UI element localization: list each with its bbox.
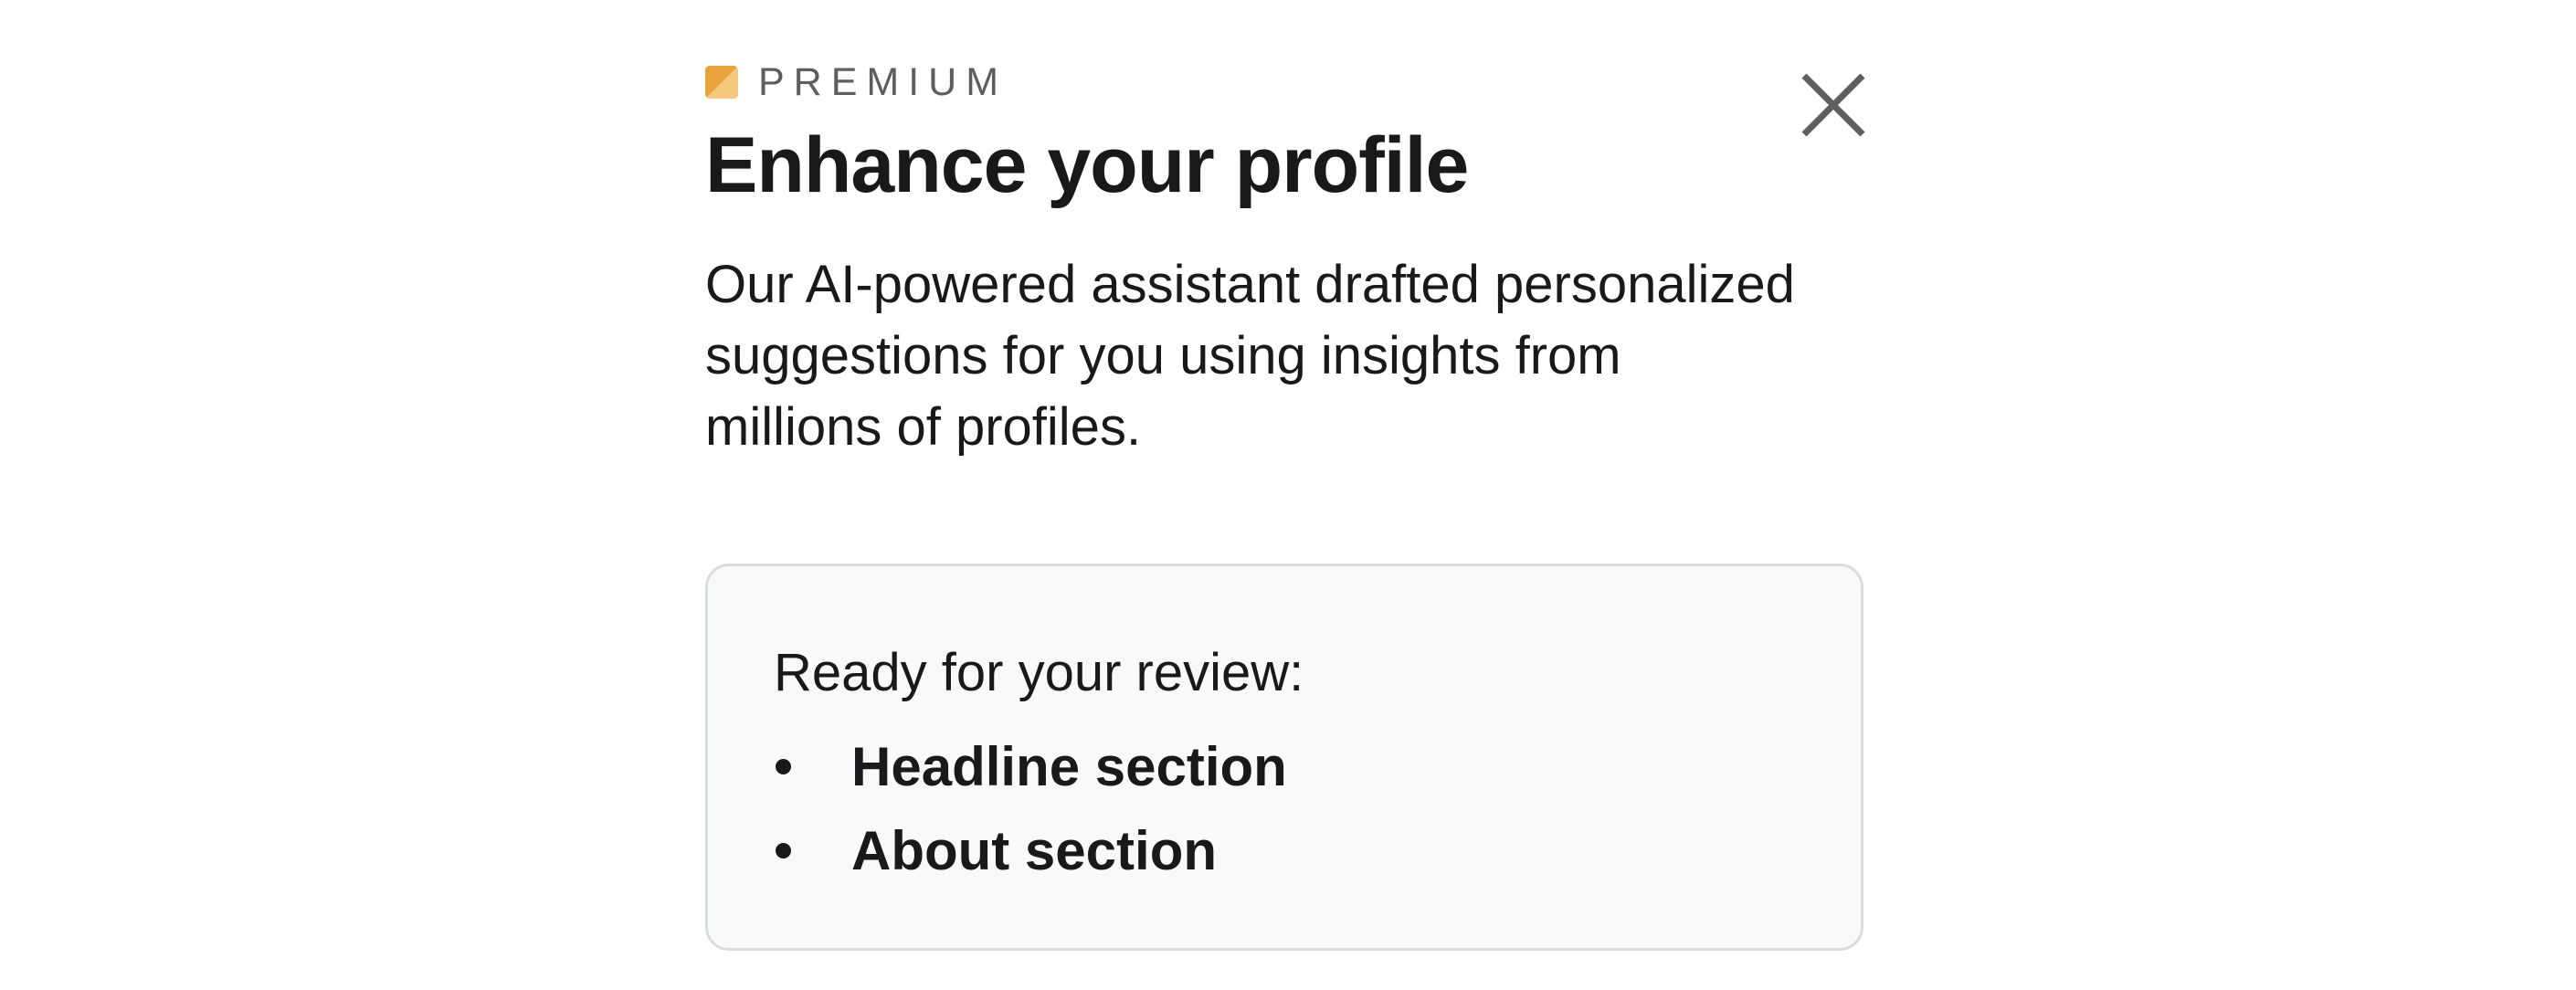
description: Our AI-powered assistant drafted persona…: [705, 254, 1795, 457]
bullet-icon: [776, 759, 791, 775]
page: PREMIUM Enhance your profile Our AI-powe…: [0, 0, 2576, 990]
close-icon: [1801, 73, 1865, 137]
premium-icon: [705, 66, 738, 99]
premium-header: PREMIUM: [705, 55, 1867, 110]
premium-upsell-modal: PREMIUM Enhance your profile Our AI-powe…: [705, 55, 1867, 951]
page-title: Enhance your profile: [705, 121, 1469, 209]
review-list: Headline section About section: [774, 725, 1861, 893]
list-item-about: About section: [774, 809, 1861, 893]
premium-label: PREMIUM: [758, 59, 1008, 104]
list-item-label: About section: [851, 820, 1217, 882]
bullet-icon: [776, 843, 791, 859]
review-card: Ready for your review: Headline section …: [705, 563, 1863, 951]
list-item-label: Headline section: [851, 736, 1287, 798]
list-item-headline: Headline section: [774, 725, 1861, 809]
close-button[interactable]: [1792, 64, 1874, 146]
review-heading: Ready for your review:: [774, 642, 1304, 702]
